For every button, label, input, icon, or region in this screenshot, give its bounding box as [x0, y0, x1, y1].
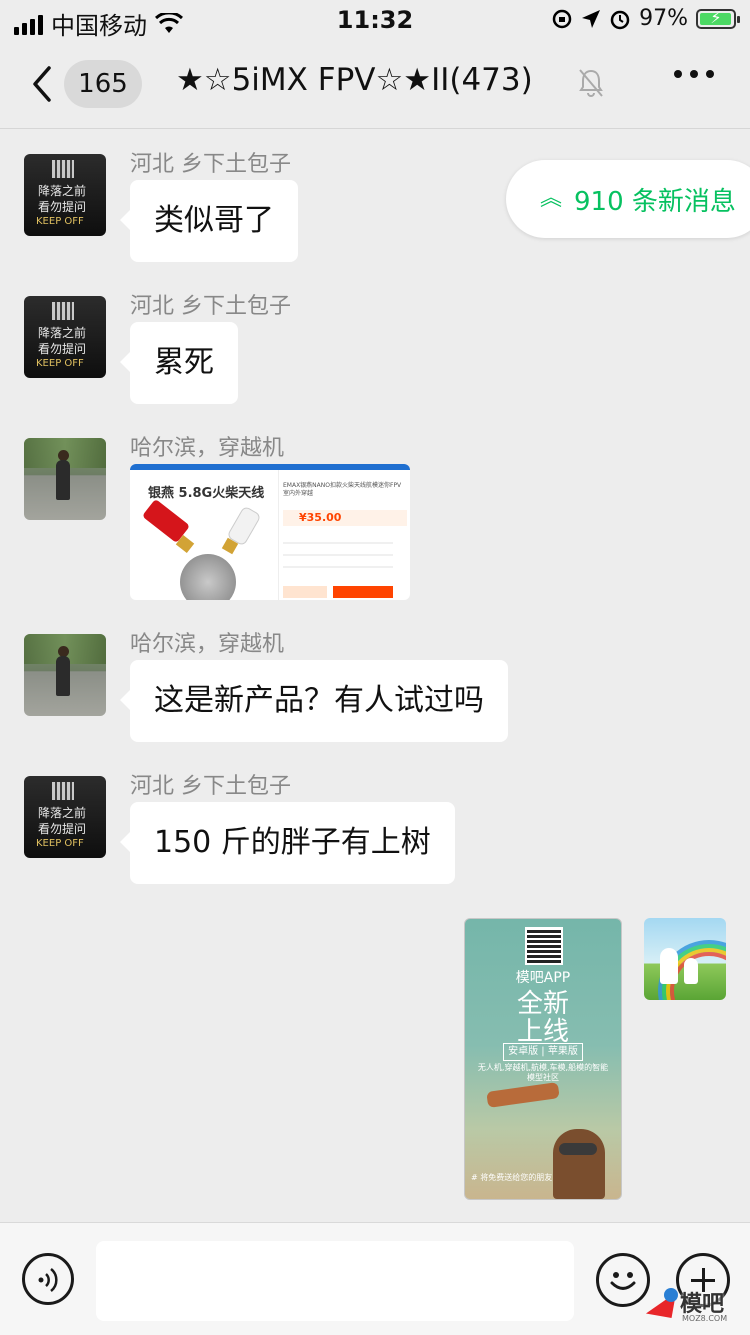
product-price: ¥35.00: [283, 510, 407, 526]
alarm-icon: [610, 10, 630, 29]
poster-versions: 安卓版 | 苹果版: [503, 1043, 583, 1061]
message-bubble[interactable]: 150 斤的胖子有上树: [120, 802, 455, 884]
mute-bell-icon: [579, 69, 603, 97]
sender-name: 河北 乡下土包子: [130, 152, 291, 177]
sender-name: 哈尔滨，穿越机: [130, 436, 285, 461]
double-chevron-up-icon: ︽: [540, 186, 563, 211]
avatar[interactable]: 降落之前 看勿提问 KEEP OFF: [24, 776, 106, 858]
unread-count-badge[interactable]: 165: [64, 60, 142, 108]
location-icon: [582, 9, 601, 28]
message-bubble[interactable]: 累死: [120, 322, 238, 404]
new-messages-label: 910 条新消息: [574, 186, 736, 217]
toy-plane: [486, 1082, 560, 1108]
voice-input-button[interactable]: [22, 1253, 74, 1305]
avatar[interactable]: 降落之前 看勿提问 KEEP OFF: [24, 154, 106, 236]
chat-title: ★☆5iMX FPV☆★II(473): [176, 62, 533, 98]
status-bar: 中国移动 11:32 97% ⚡: [0, 0, 750, 40]
back-button[interactable]: [22, 62, 62, 106]
product-image-message[interactable]: 银燕 5.8G火柴天线 EMAX银燕NANO扣款火柴天线航模迷你FPV室内外穿越…: [130, 464, 410, 600]
avatar[interactable]: [24, 634, 106, 716]
battery-percent: 97%: [639, 6, 688, 31]
smiley-icon: [610, 1272, 636, 1290]
qr-code: [525, 927, 563, 965]
avatar[interactable]: [24, 438, 106, 520]
poster-tagline: 无人机,穿越机,航模,车模,船模的智能模型社区: [477, 1063, 609, 1082]
more-options-button[interactable]: [674, 70, 714, 78]
sent-image-message[interactable]: 模吧APP 全新 上线 安卓版 | 苹果版 无人机,穿越机,航模,车模,船模的智…: [464, 918, 622, 1200]
watermark-url: MOZ8.COM: [682, 1314, 728, 1323]
new-messages-button[interactable]: ︽ 910 条新消息: [506, 160, 750, 238]
coin-image: [180, 554, 236, 600]
child-figure: [553, 1129, 605, 1199]
battery-icon: ⚡: [696, 8, 740, 29]
input-bar: [0, 1222, 750, 1335]
product-description: EMAX银燕NANO扣款火柴天线航模迷你FPV室内外穿越: [283, 482, 402, 497]
voice-icon: [38, 1268, 58, 1292]
site-watermark: 模吧 MOZ8.COM: [645, 1284, 744, 1330]
my-avatar[interactable]: [644, 918, 726, 1000]
poster-footer: # 将免费送给您的朋友: [471, 1173, 553, 1182]
chat-header: 165 ★☆5iMX FPV☆★II(473): [0, 40, 750, 129]
message-bubble[interactable]: 这是新产品？有人试过吗: [120, 660, 508, 742]
sender-name: 河北 乡下土包子: [130, 294, 291, 319]
sender-name: 河北 乡下土包子: [130, 774, 291, 799]
message-bubble[interactable]: 类似哥了: [120, 180, 298, 262]
avatar[interactable]: 降落之前 看勿提问 KEEP OFF: [24, 296, 106, 378]
message-input[interactable]: [96, 1241, 574, 1321]
emoji-button[interactable]: [596, 1253, 650, 1307]
sender-name: 哈尔滨，穿越机: [130, 632, 285, 657]
orientation-lock-icon: [552, 9, 572, 28]
product-image-title: 银燕 5.8G火柴天线: [148, 486, 265, 501]
chevron-left-icon: [33, 66, 51, 102]
